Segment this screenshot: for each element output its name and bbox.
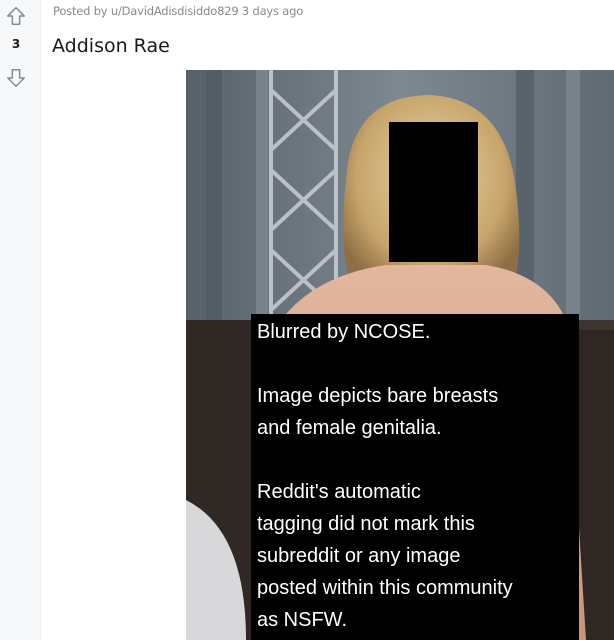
notice-line: Blurred by NCOSE. [257, 321, 431, 343]
blur-notice-box: Blurred by NCOSE. Image depicts bare bre… [251, 314, 579, 640]
notice-line: Reddit's automatic [257, 481, 421, 503]
vote-rail: 3 [0, 0, 41, 640]
notice-line: tagging did not mark this [257, 513, 475, 535]
notice-line: as NSFW. [257, 609, 348, 631]
post-meta[interactable]: Posted by u/DavidAdisdisiddo829 3 days a… [53, 4, 303, 18]
upvote-arrow-icon [7, 7, 25, 25]
post-image[interactable]: Blurred by NCOSE. Image depicts bare bre… [186, 70, 614, 640]
notice-line: subreddit or any image [257, 545, 461, 567]
downvote-button[interactable] [4, 66, 28, 90]
reddit-post-view: 3 Posted by u/DavidAdisdisiddo829 3 days… [0, 0, 614, 640]
downvote-arrow-icon [7, 69, 25, 87]
post-title[interactable]: Addison Rae [52, 35, 170, 57]
notice-spacer [257, 444, 573, 476]
upvote-button[interactable] [4, 4, 28, 28]
notice-spacer [257, 348, 573, 380]
notice-line: Image depicts bare breasts [257, 385, 499, 407]
vote-score: 3 [11, 37, 21, 51]
face-redaction-box [389, 122, 478, 262]
notice-line: and female genitalia. [257, 417, 442, 439]
notice-line: posted within this community [257, 577, 513, 599]
